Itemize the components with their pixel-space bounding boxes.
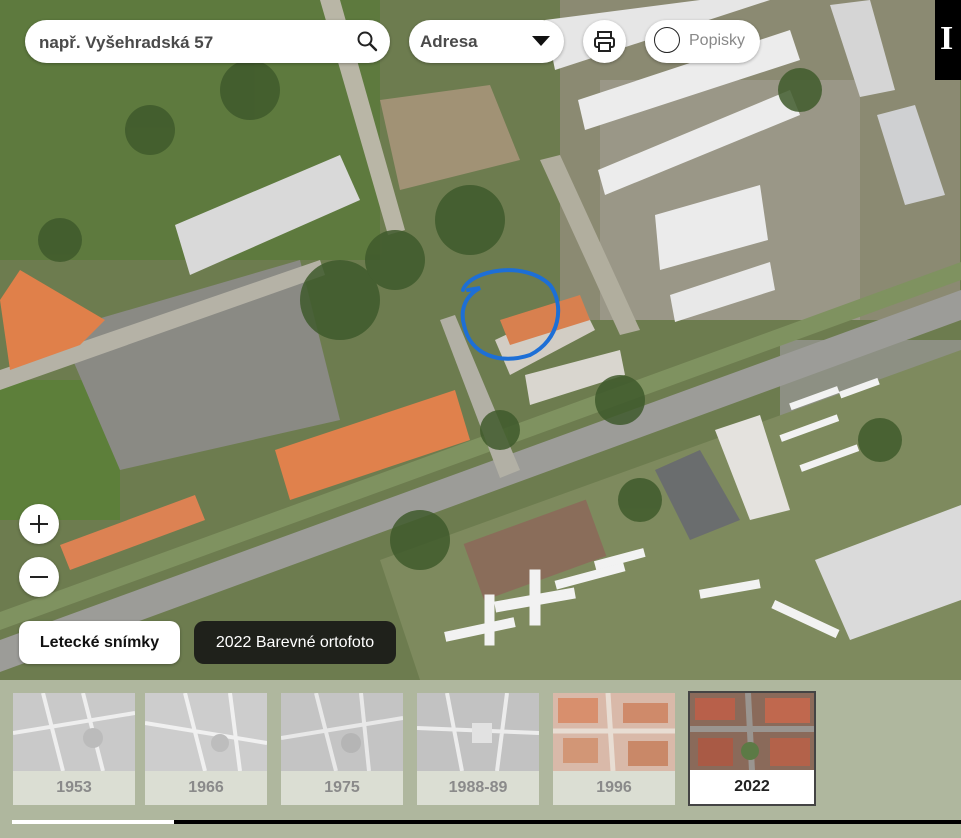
- thumbnail-1996: [553, 693, 675, 771]
- zoom-in-button[interactable]: [19, 504, 59, 544]
- search-type-value: Adresa: [420, 32, 478, 51]
- timeline-item-1996[interactable]: 1996: [553, 693, 675, 805]
- print-button[interactable]: [583, 20, 626, 63]
- thumbnail-1953: [13, 693, 135, 771]
- plus-icon: [30, 515, 48, 533]
- timeline-item-1988-89[interactable]: 1988-89: [417, 693, 539, 805]
- thumbnail-1988-89: [417, 693, 539, 771]
- thumbnail-1975: [281, 693, 403, 771]
- timeline-year: 1953: [13, 771, 135, 805]
- search-type-select[interactable]: Adresa: [409, 20, 564, 63]
- thumbnail-2022: [690, 693, 814, 771]
- info-button[interactable]: I: [935, 0, 961, 80]
- timeline-year: 1966: [145, 771, 267, 805]
- timeline-year: 1975: [281, 771, 403, 805]
- timeline-year: 1988-89: [417, 771, 539, 805]
- labels-toggle-label: Popisky: [689, 32, 746, 49]
- zoom-out-button[interactable]: [19, 557, 59, 597]
- timeline-item-1966[interactable]: 1966: [145, 693, 267, 805]
- aerial-layer-button[interactable]: Letecké snímky: [19, 621, 180, 664]
- address-search[interactable]: [25, 20, 390, 65]
- timeline-item-1953[interactable]: 1953: [13, 693, 135, 805]
- search-input[interactable]: [37, 20, 351, 65]
- timeline-year: 2022: [690, 770, 814, 804]
- timeline-item-2022[interactable]: 2022: [688, 691, 816, 806]
- timeline-item-1975[interactable]: 1975: [281, 693, 403, 805]
- search-icon[interactable]: [356, 30, 378, 52]
- labels-checkbox[interactable]: [654, 27, 680, 53]
- labels-toggle[interactable]: Popisky: [645, 20, 760, 63]
- layer-caption: 2022 Barevné ortofoto: [194, 621, 396, 664]
- info-icon: I: [940, 20, 954, 57]
- thumbnail-1966: [145, 693, 267, 771]
- chevron-down-icon: [532, 36, 550, 46]
- timeline-progress: [174, 820, 961, 824]
- minus-icon: [30, 576, 48, 578]
- printer-icon: [594, 31, 615, 52]
- timeline-year: 1996: [553, 771, 675, 805]
